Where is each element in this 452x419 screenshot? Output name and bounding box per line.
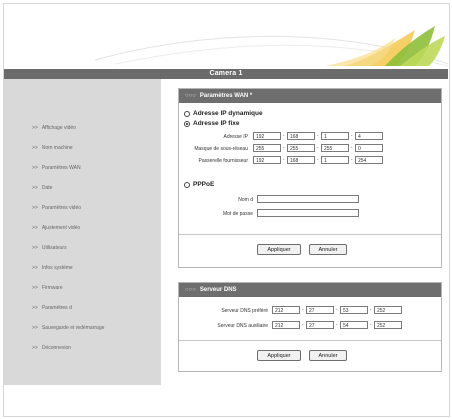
dns1-octet-3-input[interactable]: 53 — [340, 306, 368, 314]
sidebar-item-nom-machine[interactable]: >> Nom machine — [32, 145, 73, 151]
sidebar-item-utilisateurs[interactable]: >> Utilisateurs — [32, 245, 67, 251]
mask-octet-3-input[interactable]: 255 — [321, 144, 349, 152]
pppoe-username-label: Nom d — [238, 197, 253, 203]
header-dots-icon: ○○○ — [185, 93, 196, 99]
sidebar-item-parametres-video[interactable]: >> Paramètres vidéo — [32, 205, 81, 211]
sidebar-item-parametres-d[interactable]: >> Paramètres d — [32, 305, 72, 311]
gw-octet-3-input[interactable]: 1 — [321, 156, 349, 164]
dns1-octet-1-input[interactable]: 212 — [272, 306, 300, 314]
gw-octet-2-input[interactable]: 168 — [287, 156, 315, 164]
divider — [179, 234, 441, 235]
ip-address-label: Adresse IP — [223, 134, 248, 140]
window-title-bar: Camera 1 — [4, 69, 448, 79]
dns2-octet-4-input[interactable]: 252 — [374, 321, 402, 329]
sidebar-item-parametres-wan[interactable]: >> Paramètres WAN — [32, 165, 81, 171]
sidebar-item-ajustement-video[interactable]: >> Ajustement vidéo — [32, 225, 80, 231]
dns-secondary-label: Serveur DNS auxiliaire — [217, 323, 268, 329]
wan-panel-header: ○○○ Paramètres WAN * — [179, 89, 441, 103]
sidebar-item-sauvegarde[interactable]: >> Sauvegarde et redémarrage — [32, 325, 104, 331]
pppoe-password-label: Mot de passe — [222, 211, 253, 217]
gw-octet-1-input[interactable]: 192 — [253, 156, 281, 164]
mask-octet-4-input[interactable]: 0 — [355, 144, 383, 152]
mask-octet-2-input[interactable]: 255 — [287, 144, 315, 152]
ip-octet-1-input[interactable]: 192 — [253, 132, 281, 140]
fixed-ip-option[interactable]: Adresse IP fixe — [184, 120, 240, 127]
sidebar: >> Affichage vidéo >> Nom machine >> Paramè… — [4, 79, 161, 385]
dns1-octet-2-input[interactable]: 27 — [306, 306, 334, 314]
dynamic-ip-option[interactable]: Adresse IP dynamique — [184, 110, 263, 117]
gw-octet-4-input[interactable]: 254 — [355, 156, 383, 164]
sidebar-item-deconnexion[interactable]: >> Déconnexion — [32, 345, 71, 351]
gateway-label: Passerelle fournisseur — [198, 158, 248, 164]
dynamic-ip-radio[interactable] — [184, 110, 190, 117]
pppoe-radio[interactable] — [184, 181, 190, 188]
pppoe-username-input[interactable] — [257, 195, 359, 203]
divider — [179, 340, 441, 341]
dns-apply-button[interactable]: Appliquer — [257, 350, 301, 361]
ip-octet-4-input[interactable]: 4 — [355, 132, 383, 140]
header-dots-icon: ○○○ — [185, 287, 196, 293]
sidebar-item-affichage-video[interactable]: >> Affichage vidéo — [32, 125, 76, 131]
ip-octet-2-input[interactable]: 168 — [287, 132, 315, 140]
dns-settings-panel: ○○○ Serveur DNS Serveur DNS préféré 212 .… — [178, 282, 442, 372]
fixed-ip-radio[interactable] — [184, 120, 190, 127]
wan-settings-panel: ○○○ Paramètres WAN * Adresse IP dynamique… — [178, 88, 442, 268]
dns-cancel-button[interactable]: Annuler — [309, 350, 347, 361]
dns2-octet-1-input[interactable]: 212 — [272, 321, 300, 329]
dns-panel-header: ○○○ Serveur DNS — [179, 283, 441, 297]
subnet-mask-label: Masque de sous-réseau — [194, 146, 248, 152]
sidebar-item-infos-systeme[interactable]: >> Infos système — [32, 265, 73, 271]
wan-cancel-button[interactable]: Annuler — [309, 244, 347, 255]
ip-octet-3-input[interactable]: 1 — [321, 132, 349, 140]
header-swoosh-graphic — [95, 26, 448, 67]
dns1-octet-4-input[interactable]: 252 — [374, 306, 402, 314]
dns-primary-label: Serveur DNS préféré — [221, 308, 268, 314]
dns2-octet-2-input[interactable]: 27 — [306, 321, 334, 329]
pppoe-option[interactable]: PPPoE — [184, 181, 214, 188]
wan-apply-button[interactable]: Appliquer — [257, 244, 301, 255]
dns2-octet-3-input[interactable]: 54 — [340, 321, 368, 329]
sidebar-item-date[interactable]: >> Date — [32, 185, 52, 191]
sidebar-item-firmware[interactable]: >> Firmware — [32, 285, 63, 291]
mask-octet-1-input[interactable]: 255 — [253, 144, 281, 152]
pppoe-password-input[interactable] — [257, 209, 359, 217]
